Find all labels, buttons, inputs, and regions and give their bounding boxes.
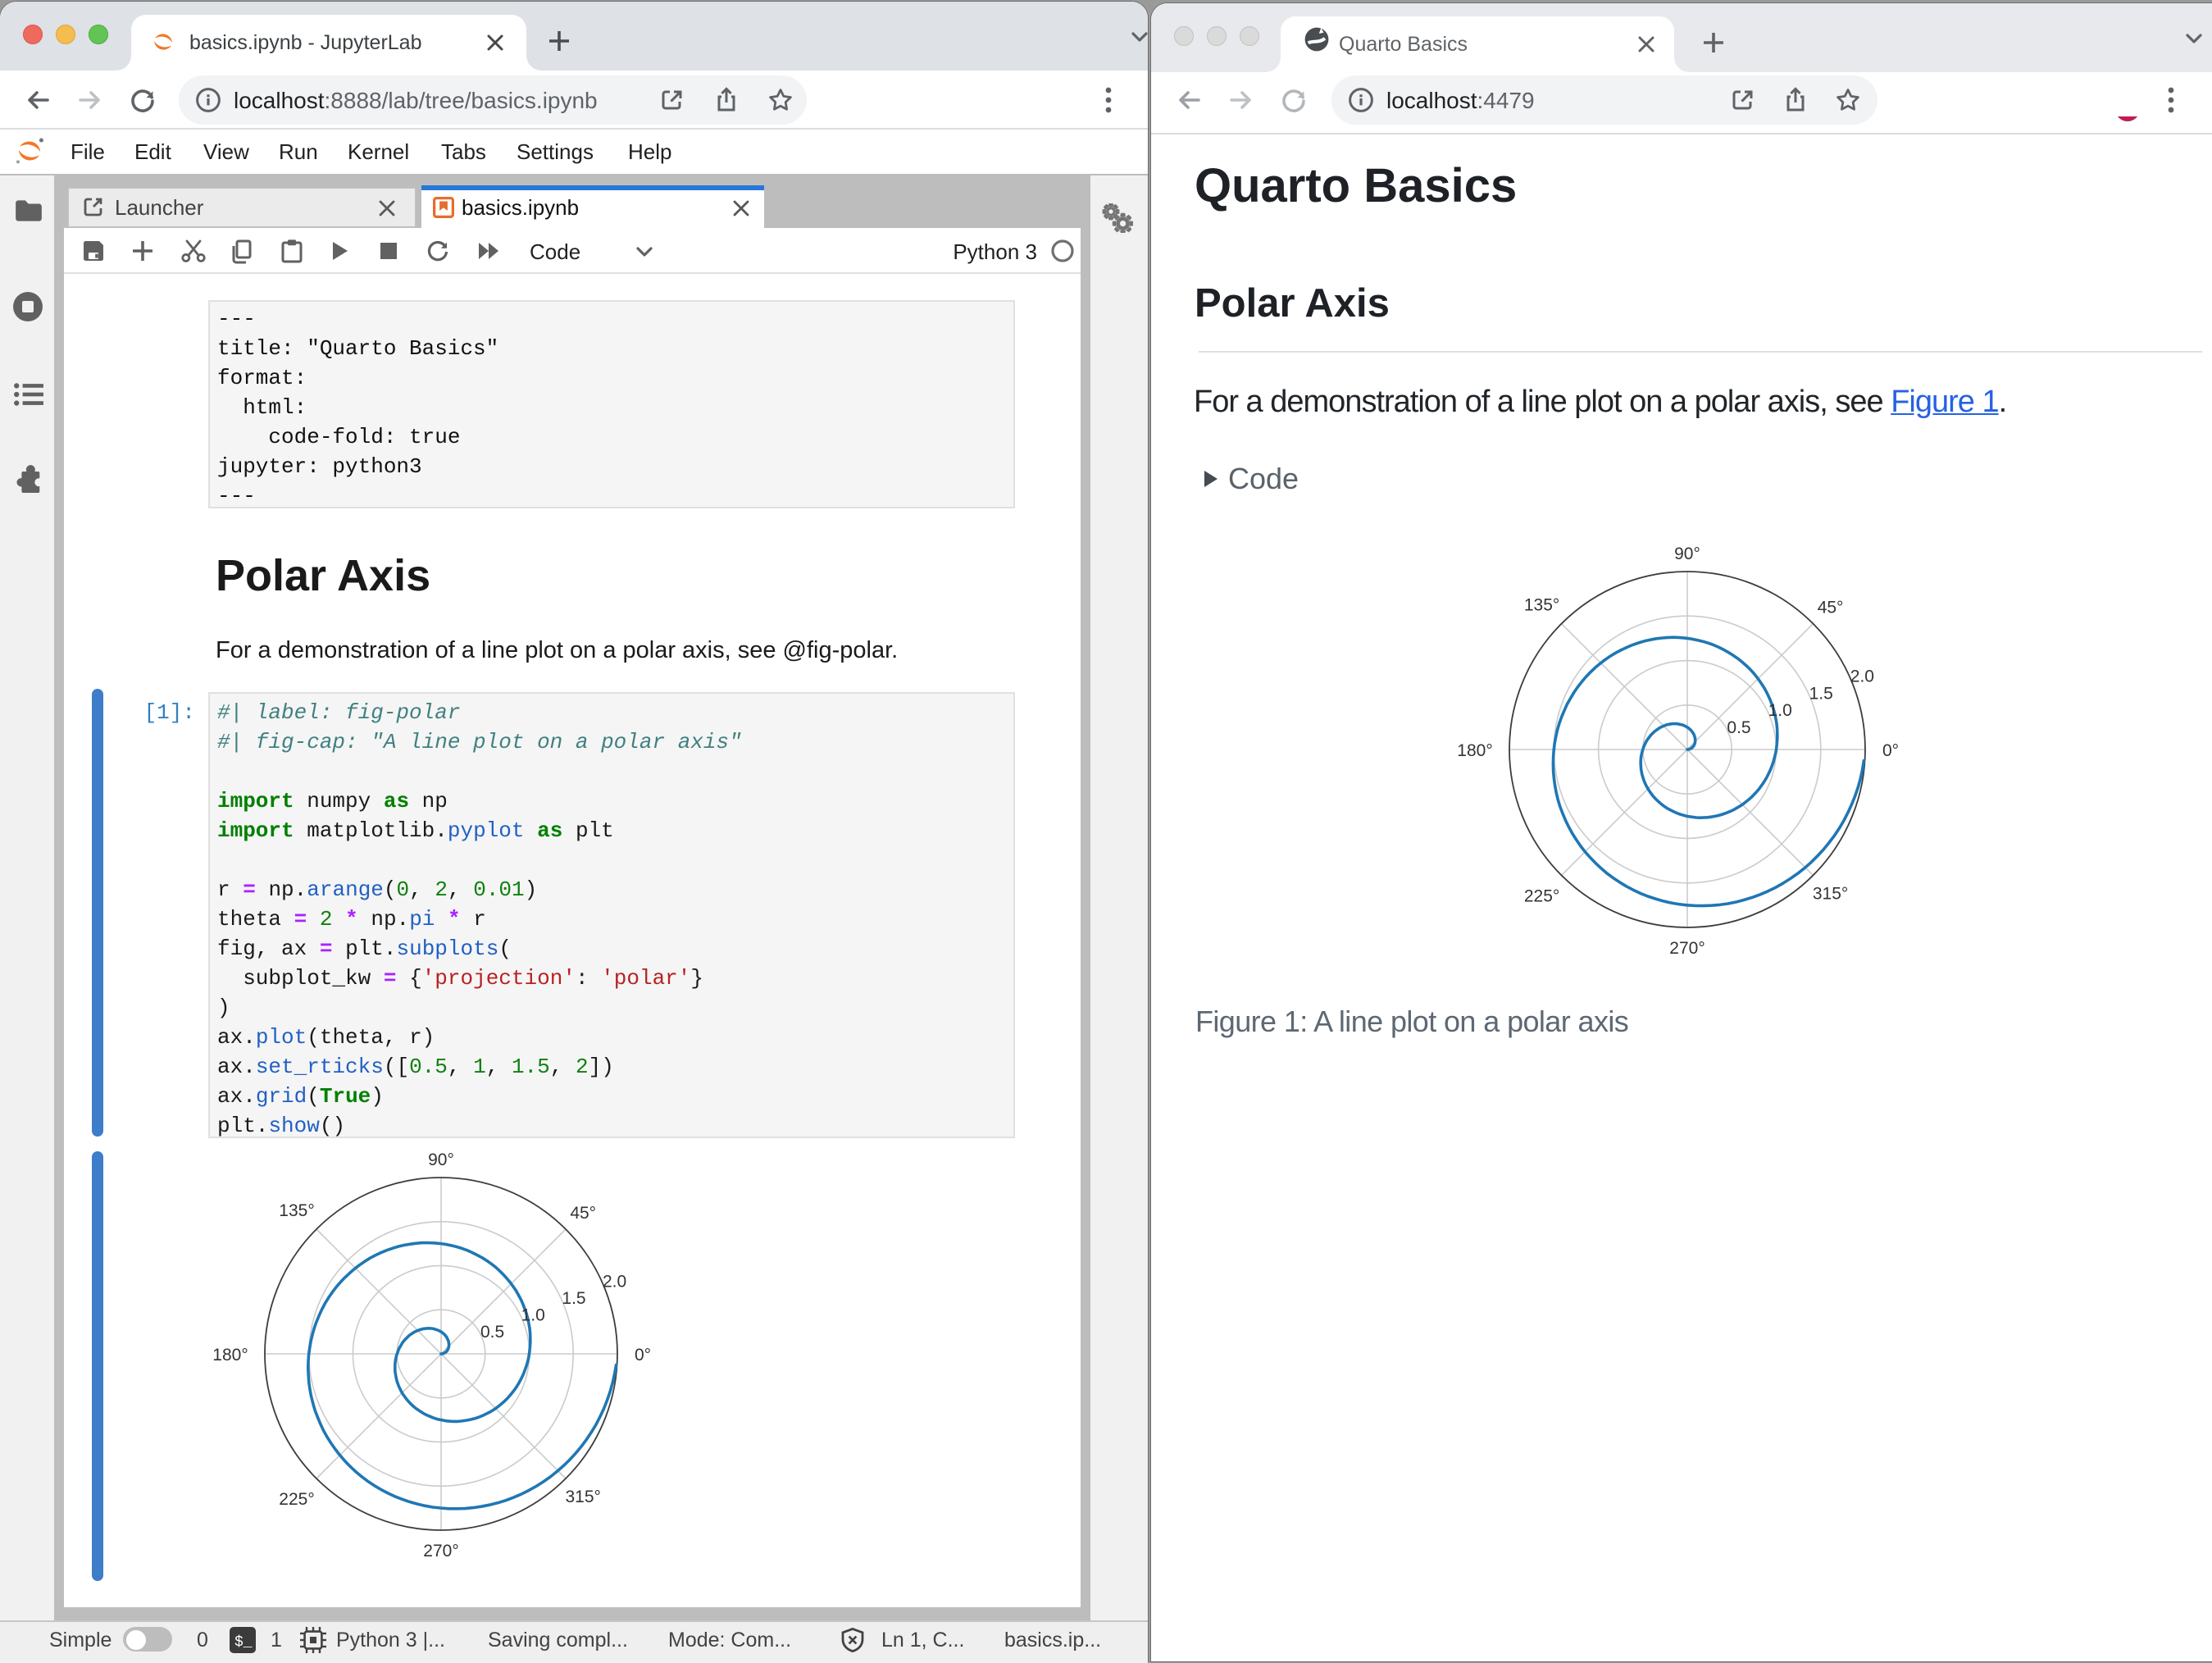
svg-text:2.0: 2.0 <box>603 1272 626 1291</box>
svg-text:180°: 180° <box>212 1346 248 1365</box>
svg-text:0°: 0° <box>635 1346 651 1365</box>
svg-text:90°: 90° <box>1674 544 1700 563</box>
svg-text:135°: 135° <box>279 1201 314 1220</box>
svg-text:1.5: 1.5 <box>1809 684 1833 703</box>
svg-text:135°: 135° <box>1524 596 1559 615</box>
svg-text:0°: 0° <box>1882 741 1899 760</box>
svg-text:1.0: 1.0 <box>521 1306 545 1325</box>
svg-text:1.0: 1.0 <box>1768 701 1792 720</box>
svg-text:90°: 90° <box>428 1150 454 1169</box>
svg-text:0.5: 0.5 <box>1727 718 1750 737</box>
svg-text:$_: $_ <box>234 1634 253 1651</box>
svg-text:45°: 45° <box>570 1204 596 1223</box>
svg-text:180°: 180° <box>1457 741 1492 760</box>
svg-text:315°: 315° <box>565 1488 600 1506</box>
svg-text:270°: 270° <box>423 1542 458 1560</box>
svg-text:225°: 225° <box>279 1490 314 1509</box>
svg-text:45°: 45° <box>1818 598 1844 617</box>
svg-text:2.0: 2.0 <box>1850 667 1874 686</box>
svg-text:315°: 315° <box>1813 885 1848 904</box>
svg-text:225°: 225° <box>1524 886 1559 905</box>
svg-text:1.5: 1.5 <box>562 1289 585 1308</box>
svg-text:0.5: 0.5 <box>480 1323 504 1342</box>
svg-text:270°: 270° <box>1669 939 1705 958</box>
